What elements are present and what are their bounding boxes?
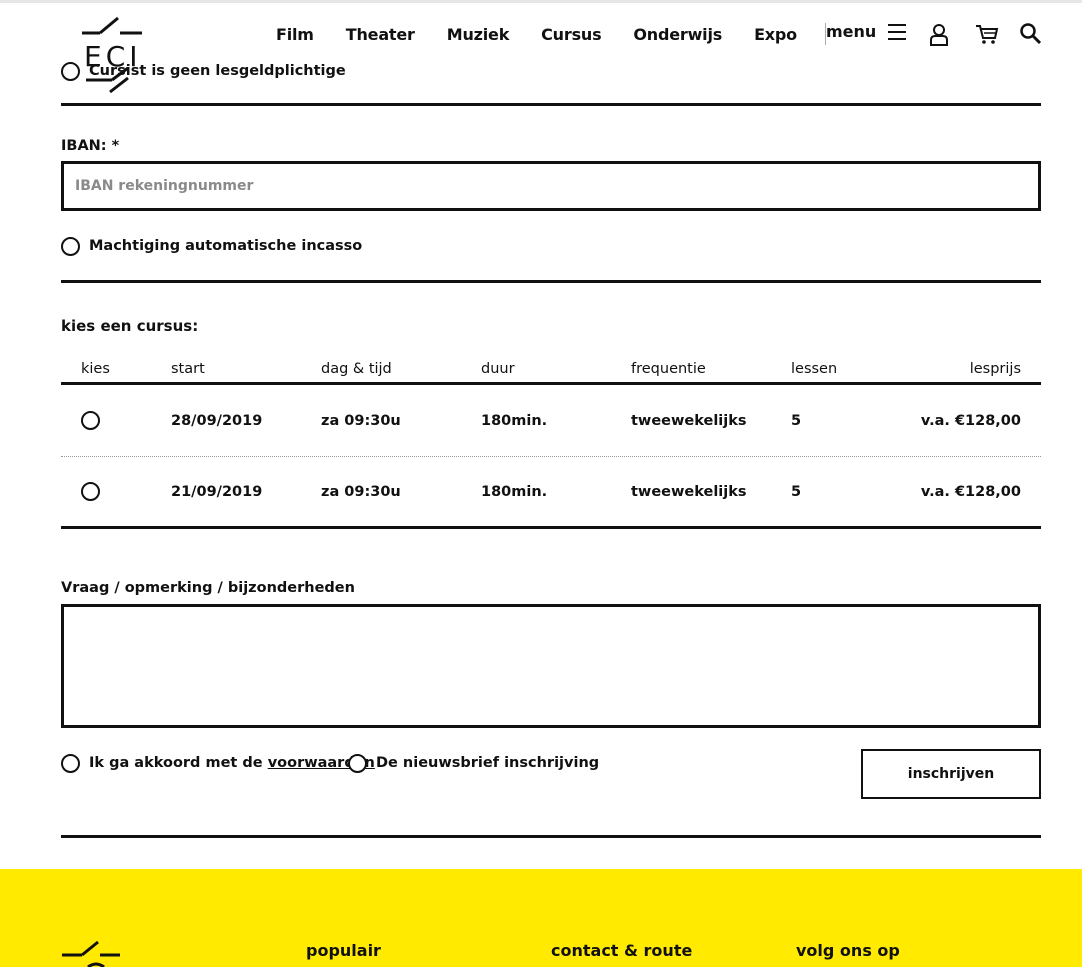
nav-cursus[interactable]: Cursus <box>541 25 601 44</box>
remarks-textarea[interactable] <box>61 604 1041 728</box>
menu-label: menu <box>826 22 877 41</box>
course-radio[interactable] <box>81 411 100 430</box>
cell-lessen: 5 <box>791 484 802 500</box>
footer-logo-icon[interactable] <box>60 937 130 967</box>
col-lesprijs: lesprijs <box>969 361 1021 377</box>
submit-button[interactable]: inschrijven <box>861 749 1041 799</box>
logo-icon[interactable]: ECI <box>80 16 150 96</box>
machtiging-radio[interactable] <box>61 237 80 256</box>
divider <box>61 835 1041 838</box>
nav-expo[interactable]: Expo <box>754 25 797 44</box>
table-bottom-rule <box>61 526 1041 529</box>
cart-icon[interactable] <box>975 22 999 46</box>
agree-radio[interactable] <box>61 754 80 773</box>
course-radio[interactable] <box>81 482 100 501</box>
footer-heading-social[interactable]: volg ons op <box>796 941 900 960</box>
cell-dag-tijd: za 09:30u <box>321 413 401 429</box>
nav-film[interactable]: Film <box>276 25 314 44</box>
col-frequentie: frequentie <box>631 361 706 377</box>
cell-lessen: 5 <box>791 413 802 429</box>
table-header-rule <box>61 382 1041 385</box>
cursist-radio[interactable] <box>61 62 80 81</box>
col-start: start <box>171 361 205 377</box>
col-lessen: lessen <box>791 361 838 377</box>
cell-start: 21/09/2019 <box>171 484 263 500</box>
top-border <box>0 0 1082 3</box>
col-duur: duur <box>481 361 515 377</box>
user-icon[interactable] <box>927 22 951 46</box>
cell-start: 28/09/2019 <box>171 413 263 429</box>
footer: populair contact & route volg ons op <box>0 869 1082 967</box>
cell-duur: 180min. <box>481 484 548 500</box>
main-nav: Film Theater Muziek Cursus Onderwijs Exp… <box>276 22 856 46</box>
divider <box>61 280 1041 283</box>
iban-label: IBAN: * <box>61 138 120 154</box>
hamburger-icon <box>888 23 907 41</box>
divider <box>61 103 1041 106</box>
cursist-label: Cursist is geen lesgeldplichtige <box>89 63 346 79</box>
nav-muziek[interactable]: Muziek <box>447 25 510 44</box>
remarks-label: Vraag / opmerking / bijzonderheden <box>61 580 355 596</box>
col-kies: kies <box>81 361 110 377</box>
footer-heading-contact[interactable]: contact & route <box>551 941 692 960</box>
cell-lesprijs: v.a. €128,00 <box>920 484 1021 500</box>
machtiging-label: Machtiging automatische incasso <box>89 238 363 254</box>
nav-onderwijs[interactable]: Onderwijs <box>633 25 722 44</box>
course-heading: kies een cursus: <box>61 317 199 335</box>
newsletter-label: De nieuwsbrief inschrijving <box>376 755 600 771</box>
search-icon[interactable] <box>1019 22 1043 46</box>
newsletter-radio[interactable] <box>348 754 367 773</box>
cell-duur: 180min. <box>481 413 548 429</box>
agree-label: Ik ga akkoord met de voorwaarden <box>89 755 375 771</box>
col-dag-tijd: dag & tijd <box>321 361 392 377</box>
nav-theater[interactable]: Theater <box>346 25 415 44</box>
cell-dag-tijd: za 09:30u <box>321 484 401 500</box>
cell-frequentie: tweewekelijks <box>631 413 747 429</box>
agree-text: Ik ga akkoord met de <box>89 755 263 771</box>
cell-lesprijs: v.a. €128,00 <box>920 413 1021 429</box>
footer-heading-populair[interactable]: populair <box>306 941 381 960</box>
menu-button[interactable]: menu <box>826 22 907 41</box>
cell-frequentie: tweewekelijks <box>631 484 747 500</box>
row-divider <box>61 456 1041 457</box>
iban-input[interactable] <box>61 161 1041 211</box>
